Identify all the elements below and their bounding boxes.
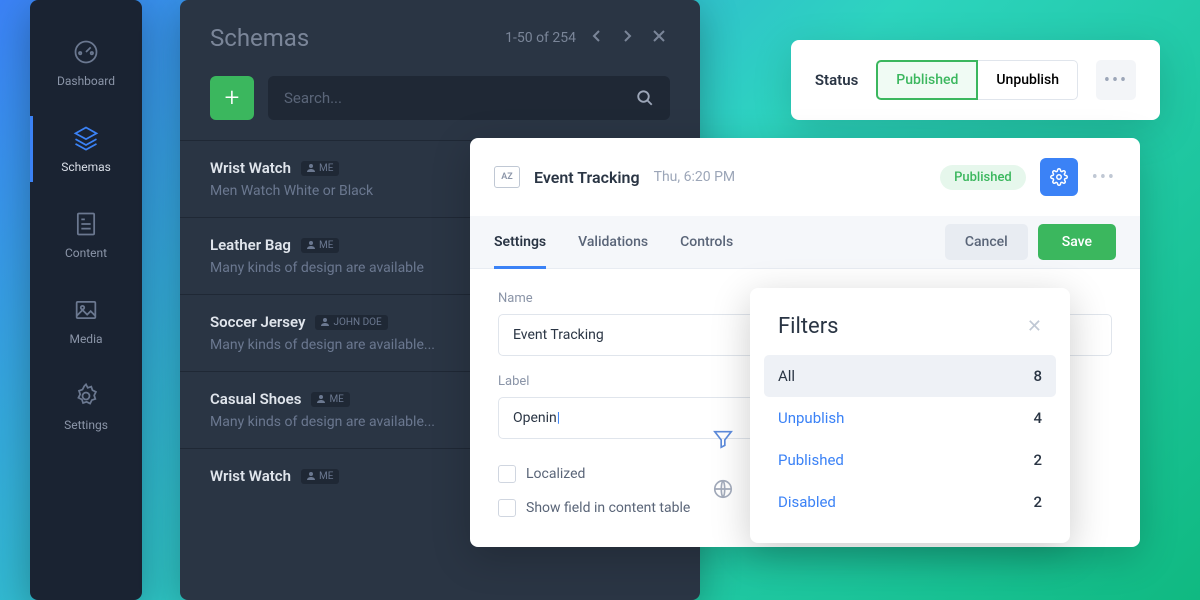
close-button[interactable]: [648, 25, 670, 51]
filter-name: All: [778, 367, 795, 385]
filters-popup: Filters ✕ All 8 Unpublish 4 Published 2 …: [750, 288, 1070, 543]
search-row: +: [180, 62, 700, 140]
author-badge: ME: [301, 238, 339, 253]
nav-dashboard[interactable]: Dashboard: [30, 20, 142, 106]
filter-row-unpublish[interactable]: Unpublish 4: [764, 397, 1056, 439]
pagination-text: 1-50 of 254: [505, 30, 576, 46]
schema-item-title: Casual Shoes: [210, 390, 301, 408]
cancel-button[interactable]: Cancel: [945, 224, 1028, 260]
gear-icon: [72, 382, 100, 410]
nav-label: Content: [65, 246, 107, 260]
nav-label: Dashboard: [57, 74, 115, 88]
gear-icon: [1050, 168, 1068, 186]
detail-time: Thu, 6:20 PM: [654, 169, 736, 185]
status-label: Status: [815, 71, 858, 89]
action-buttons: Cancel Save: [945, 224, 1116, 260]
schema-item-title: Leather Bag: [210, 236, 291, 254]
sidebar: Dashboard Schemas Content Media Settings: [30, 0, 142, 600]
tab-validations[interactable]: Validations: [578, 216, 648, 268]
nav-schemas[interactable]: Schemas: [30, 106, 142, 192]
schemas-header: Schemas 1-50 of 254: [180, 0, 700, 62]
next-page-button[interactable]: [618, 25, 636, 51]
schema-item-title: Wrist Watch: [210, 467, 291, 485]
layers-icon: [72, 124, 100, 152]
schema-item-title: Wrist Watch: [210, 159, 291, 177]
filter-row-disabled[interactable]: Disabled 2: [764, 481, 1056, 523]
nav-settings[interactable]: Settings: [30, 364, 142, 450]
label-input[interactable]: Openin|: [498, 397, 778, 439]
filter-count: 2: [1033, 451, 1042, 469]
gauge-icon: [72, 38, 100, 66]
filter-name: Published: [778, 451, 844, 469]
author-badge: ME: [301, 161, 339, 176]
filter-count: 2: [1033, 493, 1042, 511]
search-input[interactable]: [284, 89, 636, 107]
filter-name: Disabled: [778, 493, 836, 511]
search-icon: [636, 89, 654, 107]
nav-content[interactable]: Content: [30, 192, 142, 278]
image-icon: [72, 296, 100, 324]
show-in-table-label: Show field in content table: [526, 500, 690, 516]
document-icon: [72, 210, 100, 238]
filter-name: Unpublish: [778, 409, 844, 427]
filter-row-all[interactable]: All 8: [764, 355, 1056, 397]
settings-button[interactable]: [1040, 158, 1078, 196]
status-toolbar: Status Published Unpublish •••: [791, 40, 1160, 120]
unpublish-button[interactable]: Unpublish: [978, 60, 1078, 100]
nav-media[interactable]: Media: [30, 278, 142, 364]
tabs: Settings Validations Controls: [494, 216, 945, 268]
nav-label: Settings: [64, 418, 108, 432]
funnel-icon[interactable]: [712, 428, 734, 450]
more-button[interactable]: •••: [1096, 60, 1136, 100]
status-segmented: Published Unpublish: [876, 60, 1078, 100]
author-badge: ME: [311, 392, 349, 407]
filters-header: Filters ✕: [750, 288, 1070, 355]
add-schema-button[interactable]: +: [210, 76, 254, 120]
detail-header: AZ Event Tracking Thu, 6:20 PM Published…: [470, 138, 1140, 216]
filter-row-published[interactable]: Published 2: [764, 439, 1056, 481]
schemas-title: Schemas: [210, 24, 309, 52]
localized-label: Localized: [526, 466, 585, 482]
author-badge: JOHN DOE: [315, 315, 387, 330]
az-badge: AZ: [494, 166, 520, 188]
nav-label: Media: [69, 332, 102, 346]
filter-list: All 8 Unpublish 4 Published 2 Disabled 2: [750, 355, 1070, 543]
filters-title: Filters: [778, 314, 839, 339]
show-in-table-checkbox[interactable]: [498, 499, 516, 517]
prev-page-button[interactable]: [588, 25, 606, 51]
filter-count: 8: [1033, 367, 1042, 385]
pagination: 1-50 of 254: [505, 25, 670, 51]
filter-count: 4: [1033, 409, 1042, 427]
save-button[interactable]: Save: [1038, 224, 1116, 260]
globe-icon[interactable]: [712, 478, 734, 500]
author-badge: ME: [301, 469, 339, 484]
detail-title: Event Tracking: [534, 168, 640, 187]
localized-checkbox[interactable]: [498, 465, 516, 483]
published-badge: Published: [940, 165, 1026, 190]
more-dots-button[interactable]: •••: [1092, 167, 1116, 188]
schema-item-title: Soccer Jersey: [210, 313, 305, 331]
tab-settings[interactable]: Settings: [494, 216, 546, 268]
search-box[interactable]: [268, 76, 670, 120]
nav-label: Schemas: [61, 160, 111, 174]
published-button[interactable]: Published: [876, 60, 978, 100]
filters-side-icons: [712, 428, 734, 500]
filters-close-button[interactable]: ✕: [1027, 316, 1042, 337]
tab-controls[interactable]: Controls: [680, 216, 733, 268]
detail-tabs-row: Settings Validations Controls Cancel Sav…: [470, 216, 1140, 269]
